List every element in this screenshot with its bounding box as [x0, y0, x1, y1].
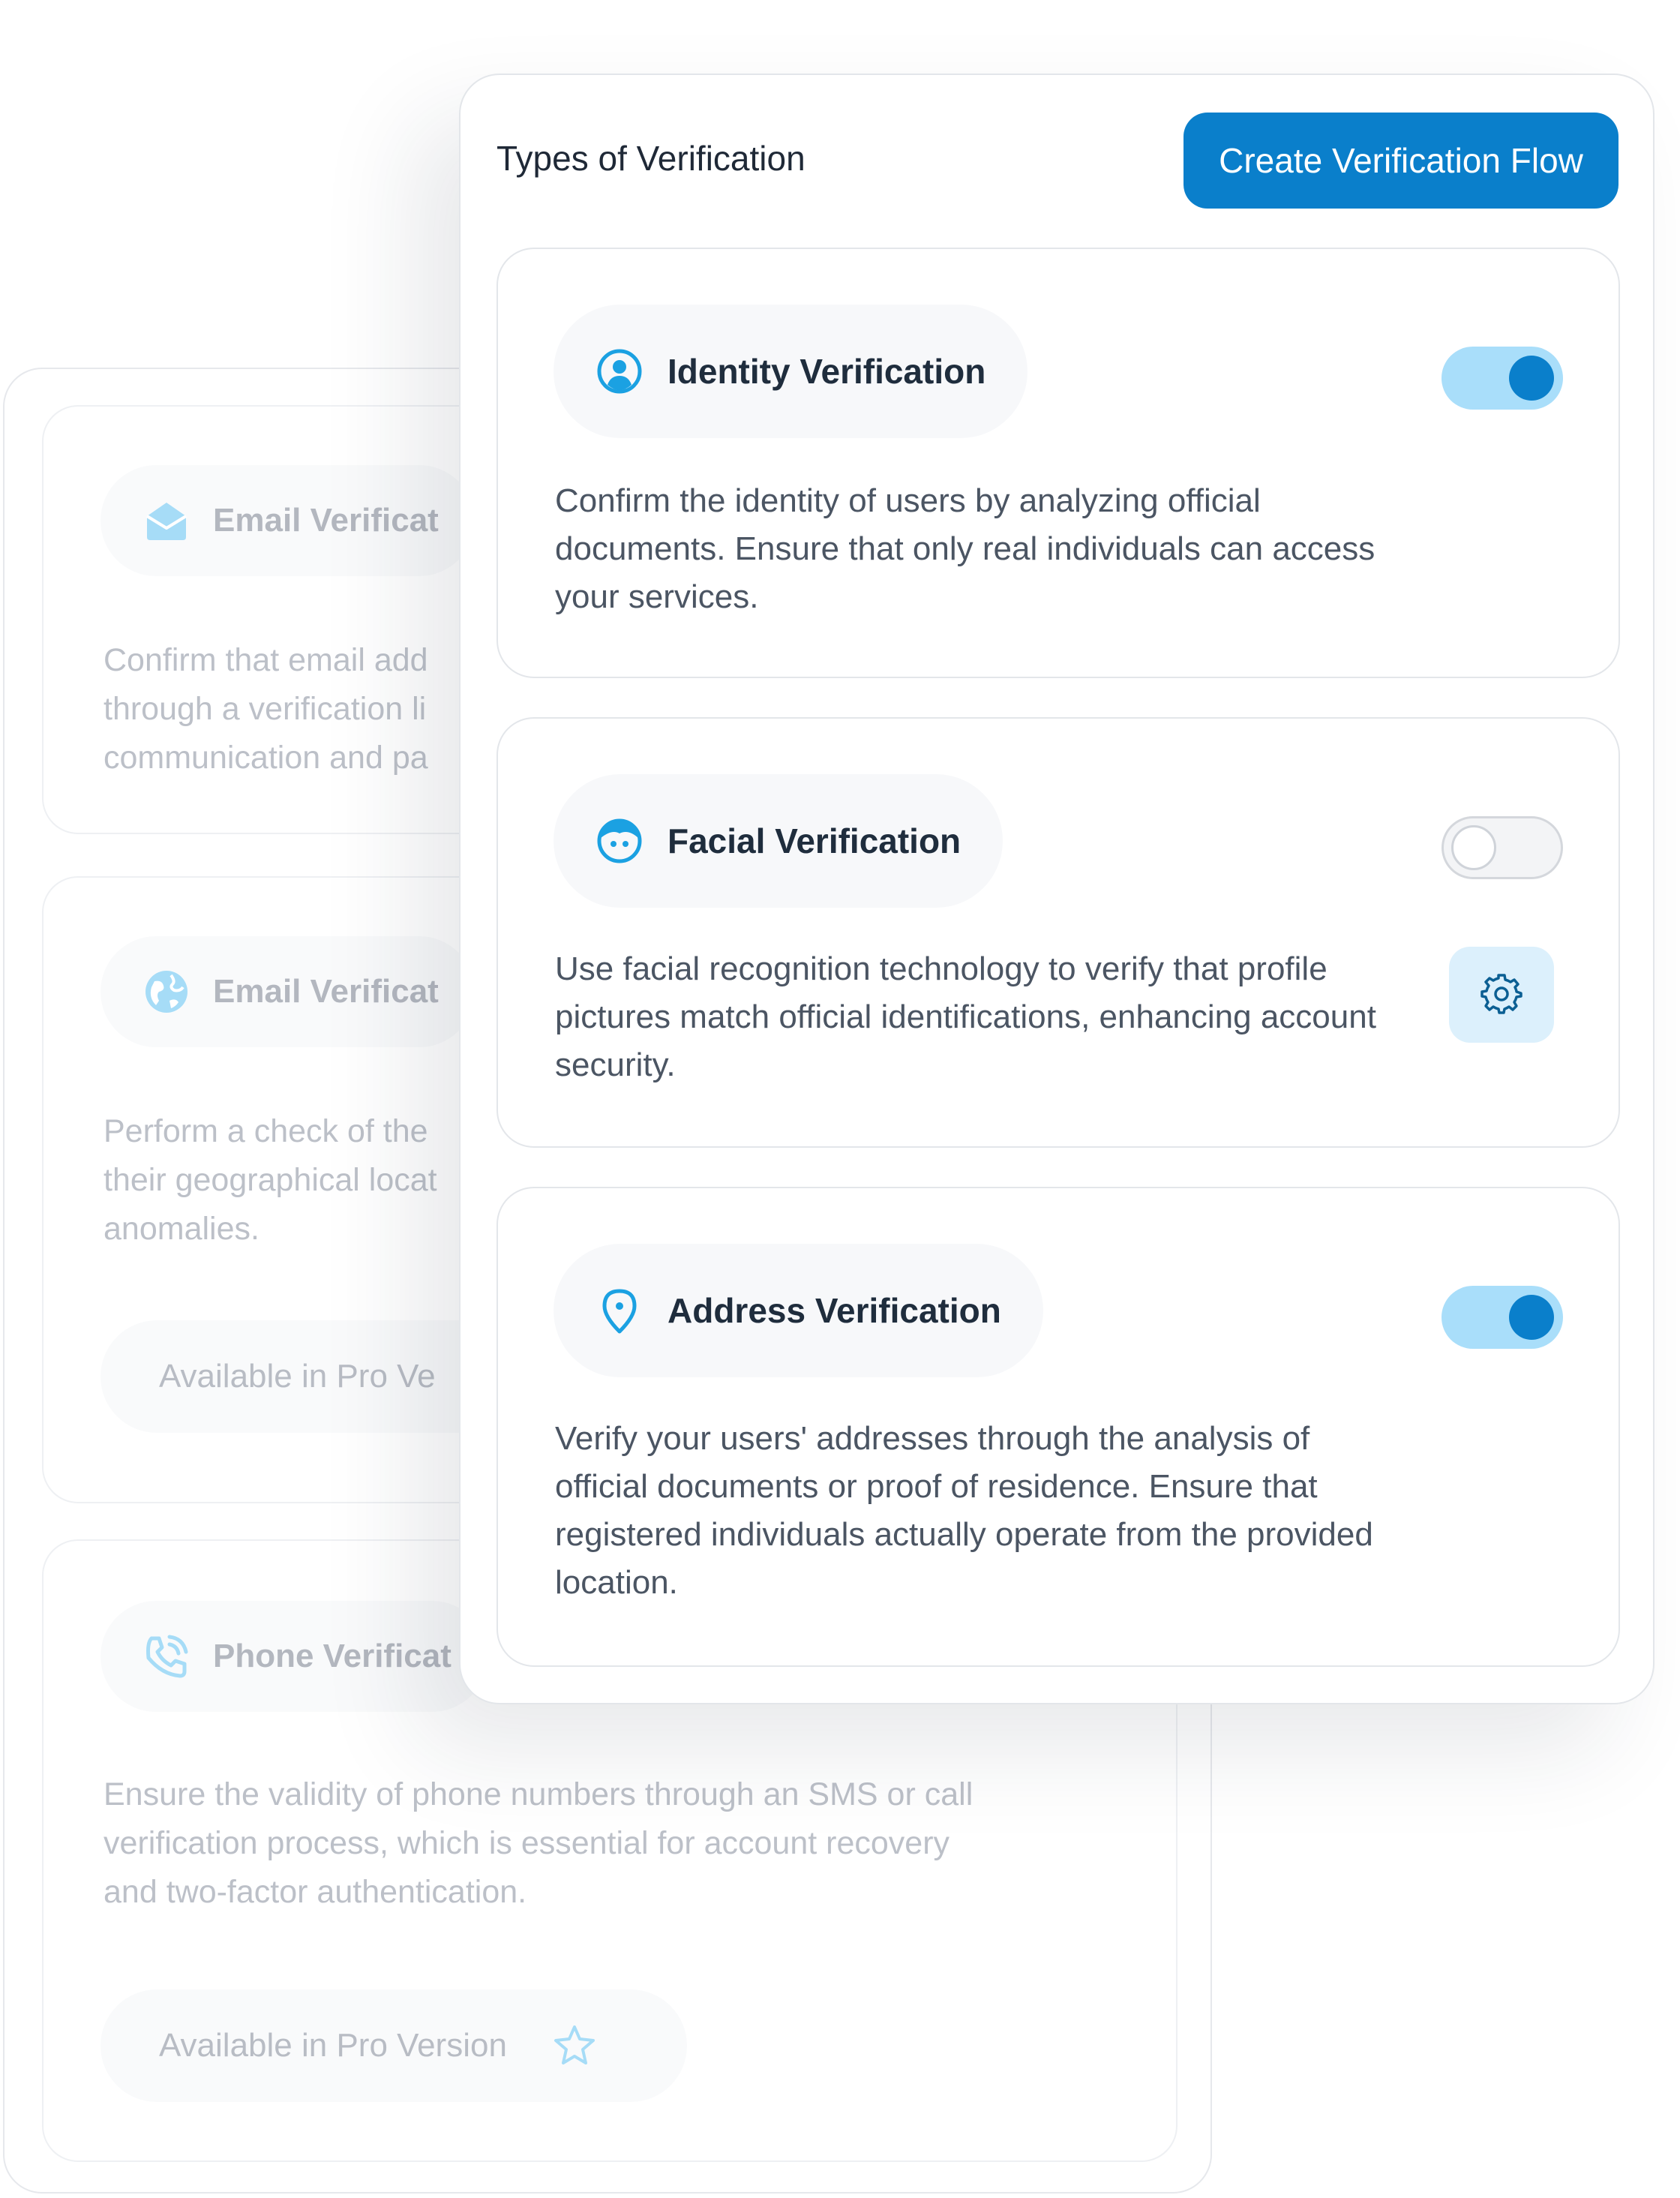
identity-verification-label: Identity Verification: [668, 352, 986, 391]
verification-types-panel: Types of Verification Create Verificatio…: [459, 74, 1654, 1704]
create-verification-flow-button[interactable]: Create Verification Flow: [1184, 113, 1618, 209]
facial-verification-card: Facial Verification Use facial recogniti…: [496, 717, 1620, 1148]
identity-verification-card: Identity Verification Confirm the identi…: [496, 248, 1620, 678]
pro-version-label: Available in Pro Version: [159, 2027, 507, 2064]
star-icon: [552, 2023, 597, 2068]
facial-verification-header: Facial Verification: [554, 774, 1004, 908]
address-verification-card: Address Verification Verify your users' …: [496, 1187, 1620, 1667]
back-card-phone-description: Ensure the validity of phone numbers thr…: [104, 1776, 974, 1910]
toggle-knob: [1509, 1295, 1554, 1340]
envelope-icon: [142, 497, 190, 545]
toggle-knob: [1451, 825, 1496, 870]
pro-version-label: Available in Pro Ve: [159, 1358, 436, 1395]
back-card-geolocation-label: Email Verificat: [213, 973, 439, 1010]
toggle-knob: [1509, 356, 1554, 401]
gear-icon: [1479, 971, 1524, 1019]
address-verification-toggle[interactable]: [1442, 1286, 1563, 1349]
back-card-email-header: Email Verificat: [100, 465, 475, 576]
back-card-geolocation-description: Perform a check of the their geographica…: [104, 1113, 437, 1247]
location-pin-icon: [596, 1287, 644, 1335]
address-verification-label: Address Verification: [668, 1291, 1001, 1330]
back-card-geolocation-header: Email Verificat: [100, 936, 475, 1047]
back-card-email-label: Email Verificat: [213, 502, 439, 539]
identity-verification-header: Identity Verification: [554, 305, 1028, 438]
facial-verification-settings-button[interactable]: [1449, 947, 1554, 1043]
back-card-email-description: Confirm that email add through a verific…: [104, 642, 428, 776]
panel-title: Types of Verification: [496, 139, 806, 178]
address-verification-description: Verify your users' addresses through the…: [555, 1420, 1373, 1601]
facial-verification-toggle[interactable]: [1442, 816, 1563, 879]
facial-verification-label: Facial Verification: [668, 821, 962, 860]
identity-verification-toggle[interactable]: [1442, 347, 1563, 410]
back-card-phone-pro-badge: Available in Pro Version: [100, 1989, 687, 2102]
face-icon: [596, 817, 644, 865]
address-verification-header: Address Verification: [554, 1244, 1043, 1377]
back-card-phone-label: Phone Verificat: [213, 1638, 452, 1674]
phone-icon: [142, 1632, 190, 1680]
facial-verification-description: Use facial recognition technology to ver…: [555, 950, 1376, 1083]
globe-icon: [142, 968, 190, 1016]
user-circle-icon: [596, 347, 644, 395]
back-card-phone-header: Phone Verificat: [100, 1601, 488, 1712]
identity-verification-description: Confirm the identity of users by analyzi…: [555, 482, 1376, 615]
